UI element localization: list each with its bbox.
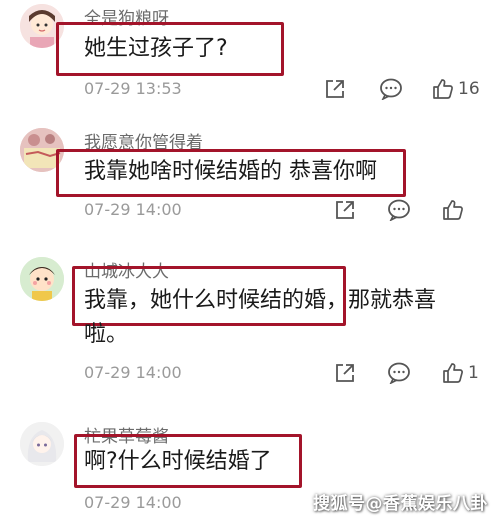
thumbs-up-icon: [433, 79, 453, 99]
comment-text: 啊?什么时候结婚了: [84, 449, 272, 474]
like-button[interactable]: 16: [432, 76, 480, 102]
watermark: 搜狐号@香蕉娱乐八卦: [313, 494, 488, 514]
comment-meta: 07-29 14:00 1: [84, 360, 484, 386]
share-icon[interactable]: [334, 197, 356, 223]
timestamp: 07-29 14:00: [84, 493, 182, 512]
comment-text: 我靠，她什么时候结的婚，那就恭喜啦。: [84, 288, 437, 347]
share-icon[interactable]: [334, 360, 356, 386]
timestamp: 07-29 14:00: [84, 363, 182, 382]
avatar[interactable]: [20, 422, 64, 466]
like-button[interactable]: 1: [442, 360, 479, 386]
comment-list: 全是狗粮呀 她生过孩子了? 07-29 13:53 16 我愿意你管得着 我靠她…: [0, 0, 500, 516]
thumbs-up-icon: [443, 363, 463, 383]
avatar[interactable]: [20, 257, 64, 301]
comment-meta: 07-29 14:00: [84, 197, 484, 223]
comment-icon[interactable]: [387, 197, 411, 223]
comment-icon[interactable]: [379, 76, 403, 102]
thumbs-up-icon: [443, 200, 463, 220]
timestamp: 07-29 13:53: [84, 79, 182, 98]
like-count: 16: [458, 79, 480, 99]
share-icon[interactable]: [324, 76, 346, 102]
timestamp: 07-29 14:00: [84, 200, 182, 219]
comment-text: 我靠她啥时候结婚的 恭喜你啊: [84, 159, 377, 184]
comment-icon[interactable]: [387, 360, 411, 386]
comment-meta: 07-29 13:53 16: [84, 76, 484, 102]
comment-text: 她生过孩子了?: [84, 36, 228, 61]
like-count: 1: [468, 363, 479, 383]
like-button[interactable]: [442, 197, 468, 223]
